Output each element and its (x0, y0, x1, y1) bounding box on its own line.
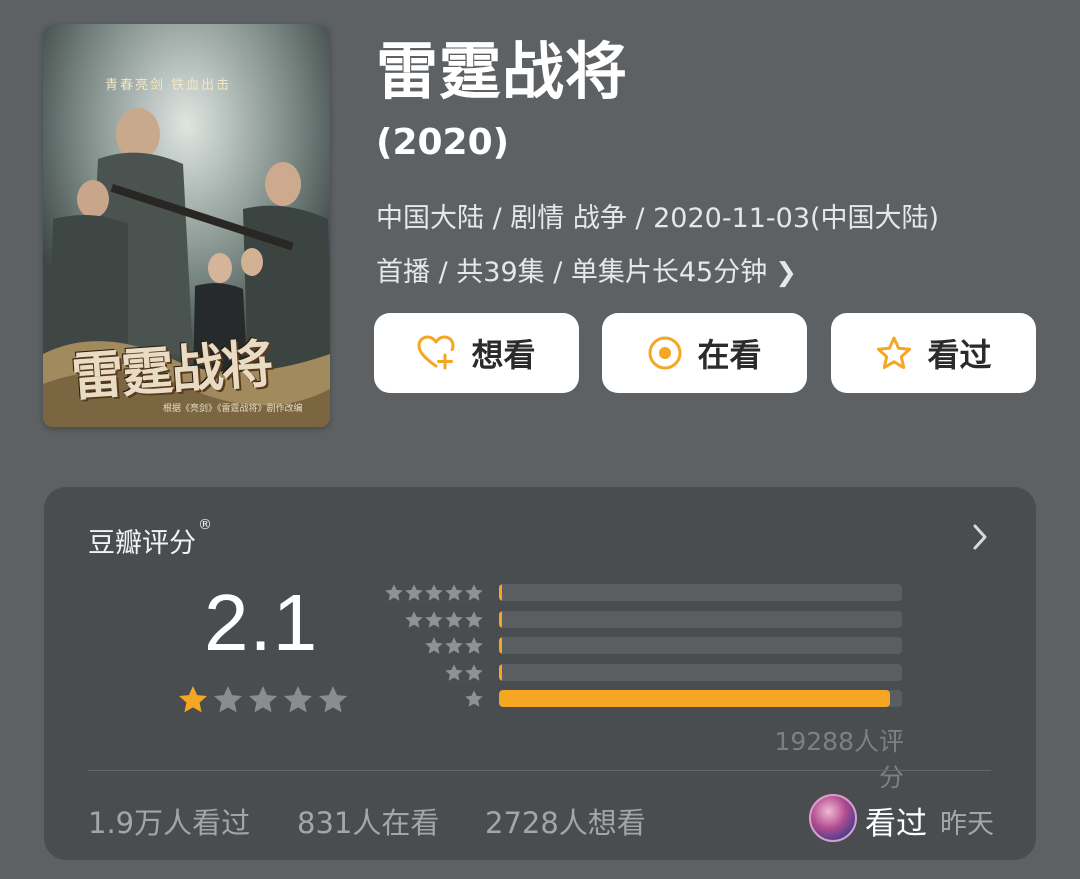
heart-plus-icon (417, 335, 455, 370)
rating-source-label: 豆瓣评分 (88, 528, 196, 559)
rating-card-title: 豆瓣评分® (88, 517, 212, 560)
watching-label: 在看 (697, 336, 762, 374)
watching-button[interactable]: 在看 (602, 313, 807, 393)
chevron-right-icon[interactable] (968, 521, 992, 553)
star-small-icon (425, 584, 443, 601)
watched-button[interactable]: 看过 (831, 313, 1036, 393)
want-to-watch-button[interactable]: 想看 (374, 313, 579, 393)
distribution-stars (424, 636, 484, 656)
star-empty-icon (214, 686, 242, 713)
user-avatar[interactable] (809, 794, 857, 842)
info-line-1: 中国大陆 / 剧情 战争 / 2020-11-03(中国大陆) (376, 203, 940, 234)
star-empty-icon (249, 686, 277, 713)
star-small-icon (385, 584, 403, 601)
star-small-icon (445, 610, 463, 628)
distribution-stars (464, 689, 484, 709)
star-filled-icon (179, 686, 207, 713)
star-small-icon (405, 610, 423, 628)
star-small-icon (465, 663, 483, 681)
distribution-bar-fill (499, 637, 502, 654)
info-summary[interactable]: 中国大陆 / 剧情 战争 / 2020-11-03(中国大陆) 首播 / 共39… (376, 192, 1046, 300)
info-line-2: 首播 / 共39集 / 单集片长45分钟 (376, 257, 768, 288)
distribution-bar-fill (499, 584, 502, 601)
distribution-bar-track (499, 610, 902, 628)
star-small-icon (465, 637, 483, 654)
distribution-bar-track (499, 663, 902, 681)
star-small-icon (425, 637, 443, 654)
star-small-icon (465, 584, 483, 601)
watching-count[interactable]: 831人在看 (297, 800, 439, 842)
poster-subtitle: 根据《亮剑》《雷霆战将》剧作改编 (163, 404, 303, 414)
star-small-icon (425, 610, 443, 628)
distribution-bar-fill (499, 690, 890, 707)
want-to-watch-label: 想看 (471, 336, 536, 374)
target-icon (648, 336, 682, 370)
distribution-bar-track (499, 584, 902, 601)
chevron-right-icon: ❯ (775, 258, 798, 288)
star-outline-icon (877, 336, 912, 369)
user-status-time: 昨天 (940, 809, 994, 840)
rating-stars (177, 684, 349, 716)
distribution-bar-track (499, 690, 902, 707)
poster[interactable]: 青春亮剑 铁血出击 雷霆战将 根据《亮剑》《雷霆战将》剧作改编 (43, 24, 330, 427)
registered-mark: ® (198, 517, 212, 533)
want-count[interactable]: 2728人想看 (485, 800, 646, 842)
distribution-stars (404, 610, 484, 630)
user-status: 看过 (865, 806, 927, 842)
star-small-icon (445, 584, 463, 601)
divider (88, 770, 991, 771)
star-small-icon (445, 663, 463, 681)
rating-count: 19288人评分 (774, 727, 904, 792)
info-line-2-wrap: 首播 / 共39集 / 单集片长45分钟 ❯ (376, 246, 1046, 300)
distribution-bar-fill (499, 663, 502, 681)
watched-label: 看过 (927, 336, 992, 374)
distribution-bar-fill (499, 610, 502, 628)
release-year: (2020) (376, 122, 510, 163)
star-small-icon (405, 584, 423, 601)
star-small-icon (445, 637, 463, 654)
rating-score: 2.1 (204, 578, 319, 667)
rating-card[interactable]: 豆瓣评分® 2.1 19288人评分 1.9万人看过 831人在看 2728人想… (44, 487, 1036, 860)
star-empty-icon (284, 686, 312, 713)
star-small-icon (465, 610, 483, 628)
star-small-icon (465, 690, 483, 707)
page-title: 雷霆战将 (376, 35, 629, 108)
distribution-stars (384, 583, 484, 603)
distribution-bar-track (499, 637, 902, 654)
star-empty-icon (319, 686, 347, 713)
poster-tagline: 青春亮剑 铁血出击 (105, 78, 232, 93)
watched-count[interactable]: 1.9万人看过 (88, 800, 250, 842)
distribution-stars (444, 663, 484, 683)
